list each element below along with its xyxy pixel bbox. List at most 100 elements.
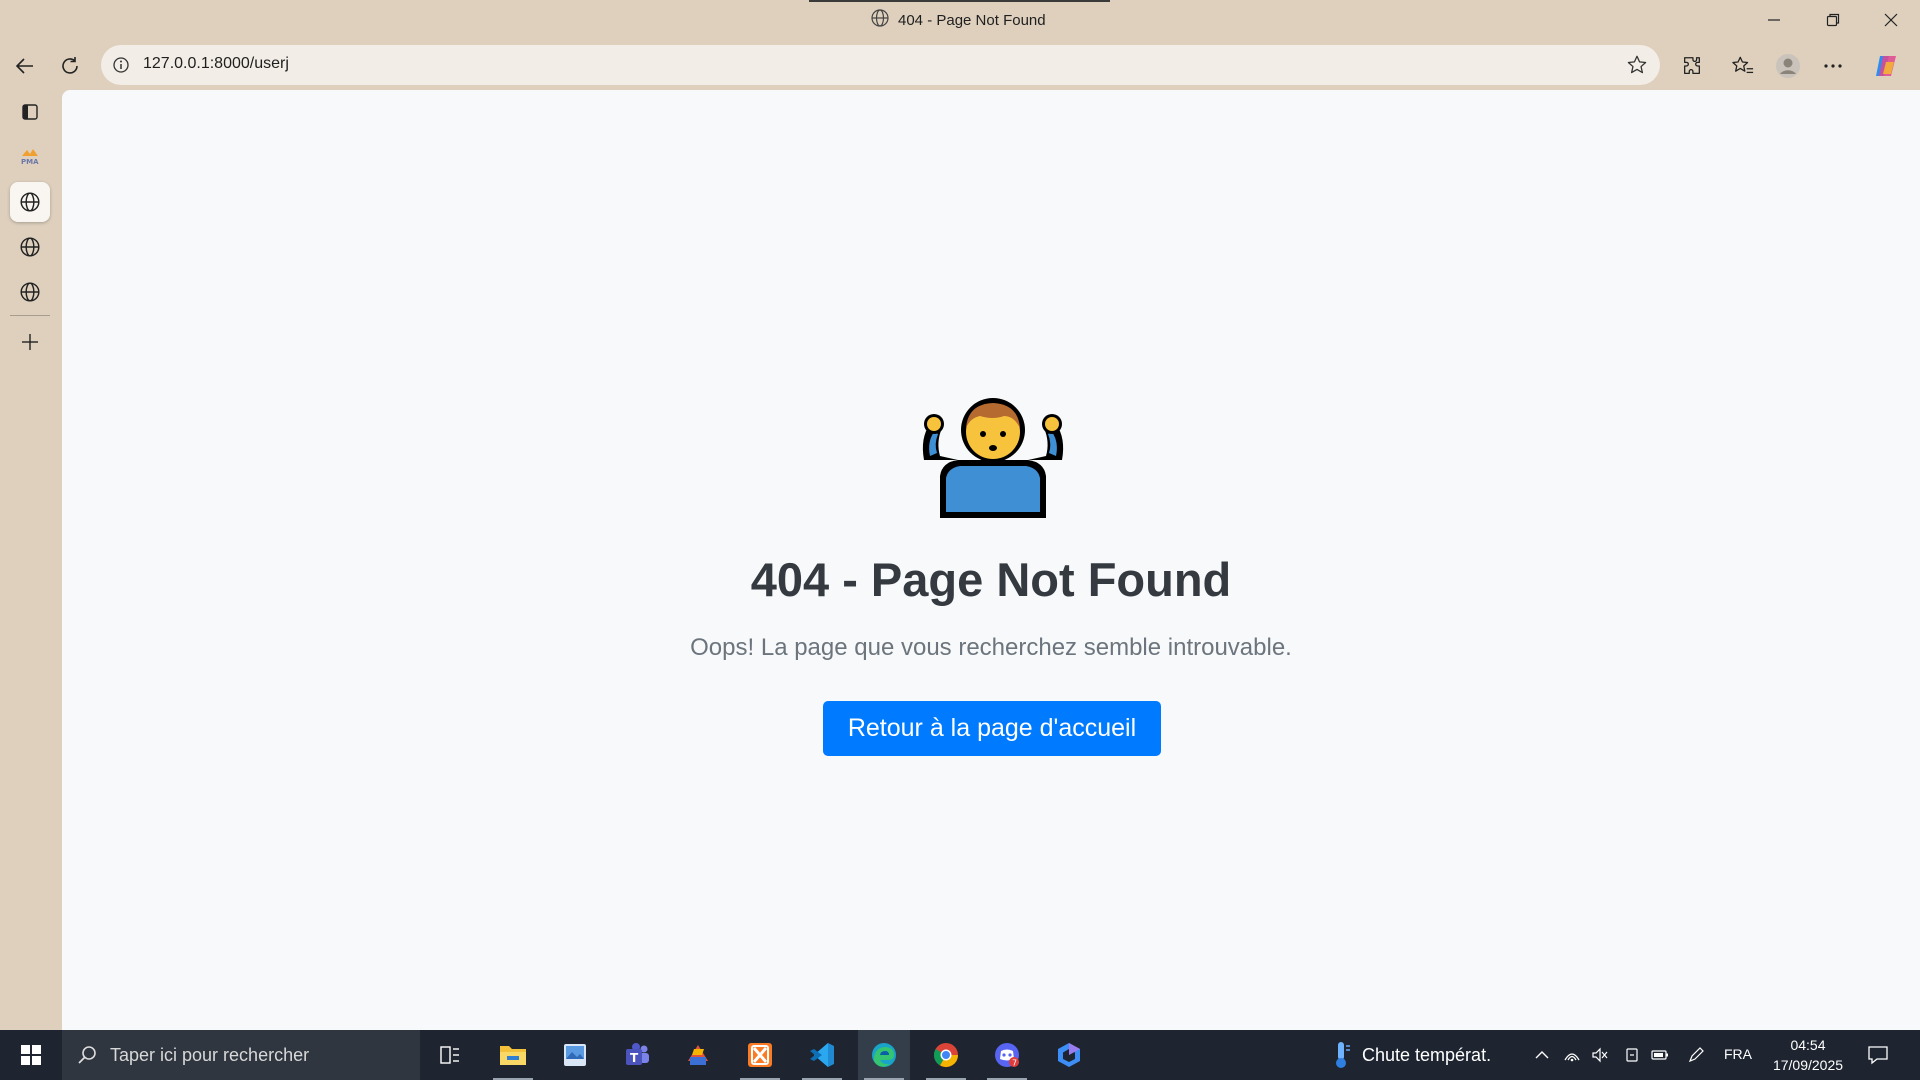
error-page: 404 - Page Not Found Oops! La page que v… xyxy=(62,90,1920,1030)
taskbar-vscode[interactable] xyxy=(796,1030,848,1080)
system-clock[interactable]: 04:54 17/09/2025 xyxy=(1758,1035,1858,1075)
more-dots-icon xyxy=(1824,64,1842,68)
app-icon xyxy=(688,1045,708,1065)
clock-date: 17/09/2025 xyxy=(1772,1057,1844,1073)
arrow-left-icon xyxy=(15,58,33,74)
clock-time: 04:54 xyxy=(1790,1037,1826,1053)
task-view-button[interactable] xyxy=(424,1030,476,1080)
title-bar: 404 - Page Not Found xyxy=(0,0,1920,40)
taskbar-copilot[interactable] xyxy=(1043,1030,1095,1080)
volume-status[interactable] xyxy=(1590,1045,1610,1065)
windows-logo-icon xyxy=(21,1045,41,1065)
taskbar-search[interactable]: Taper ici pour rechercher xyxy=(62,1030,420,1080)
globe-icon xyxy=(20,282,40,302)
taskbar-chrome[interactable] xyxy=(920,1030,972,1080)
refresh-button[interactable] xyxy=(53,49,87,83)
pen-icon xyxy=(1688,1047,1704,1063)
profile-button[interactable] xyxy=(1771,49,1805,83)
tab-actions-button[interactable] xyxy=(10,92,50,132)
vscode-icon xyxy=(810,1043,834,1067)
back-button[interactable] xyxy=(8,49,42,83)
restore-icon xyxy=(1826,13,1840,27)
new-tab-button[interactable] xyxy=(10,322,50,362)
sidebar-item-phpmyadmin[interactable]: PMA xyxy=(10,137,50,177)
network-status[interactable] xyxy=(1562,1045,1582,1065)
sidebar-item-tab-3[interactable] xyxy=(10,272,50,312)
xampp-icon xyxy=(748,1043,772,1067)
copilot-app-icon xyxy=(1058,1043,1080,1067)
active-tab-indicator xyxy=(809,0,1110,2)
favorites-list-icon xyxy=(1732,56,1754,74)
url-input[interactable]: 127.0.0.1:8000/userj xyxy=(143,55,289,73)
error-message: Oops! La page que vous recherchez semble… xyxy=(690,634,1292,661)
page-title: 404 - Page Not Found xyxy=(750,553,1232,606)
weather-widget[interactable]: Chute températ. xyxy=(1330,1030,1491,1080)
battery-icon xyxy=(1651,1050,1668,1060)
page-viewport: 404 - Page Not Found Oops! La page que v… xyxy=(62,90,1920,1030)
shrug-emoji xyxy=(922,398,1064,518)
home-button[interactable]: Retour à la page d'accueil xyxy=(823,701,1161,756)
taskbar-file-explorer[interactable] xyxy=(487,1030,539,1080)
sidebar-item-tab-2[interactable] xyxy=(10,227,50,267)
pen-status[interactable] xyxy=(1686,1045,1706,1065)
refresh-icon xyxy=(62,57,78,74)
svg-text:7: 7 xyxy=(1012,1059,1017,1068)
extensions-button[interactable] xyxy=(1675,49,1709,83)
thermometer-icon xyxy=(1336,1042,1350,1068)
address-bar[interactable]: 127.0.0.1:8000/userj xyxy=(101,45,1660,85)
notifications-button[interactable] xyxy=(1866,1043,1890,1067)
show-hidden-icons-button[interactable] xyxy=(1532,1045,1552,1065)
task-view-icon xyxy=(440,1046,459,1064)
site-info-icon[interactable] xyxy=(111,55,131,75)
notification-icon xyxy=(1868,1046,1888,1065)
tab-actions-icon xyxy=(22,104,38,120)
window-title: 404 - Page Not Found xyxy=(870,8,1046,32)
device-status[interactable] xyxy=(1622,1045,1642,1065)
puzzle-icon xyxy=(1684,57,1700,74)
settings-more-button[interactable] xyxy=(1816,49,1850,83)
minimize-button[interactable] xyxy=(1751,4,1797,36)
restore-button[interactable] xyxy=(1810,4,1856,36)
taskbar-app-generic[interactable] xyxy=(672,1030,724,1080)
windows-taskbar: Taper ici pour rechercher T 7 Chute temp… xyxy=(0,1030,1920,1080)
chrome-icon xyxy=(933,1043,958,1068)
teams-icon: T xyxy=(626,1043,649,1065)
volume-muted-icon xyxy=(1592,1047,1608,1063)
wifi-icon xyxy=(1564,1053,1580,1062)
minimize-icon xyxy=(1768,19,1780,21)
start-button[interactable] xyxy=(0,1030,62,1080)
search-placeholder[interactable]: Taper ici pour rechercher xyxy=(110,1045,309,1066)
globe-icon xyxy=(20,192,40,212)
discord-icon: 7 xyxy=(995,1043,1019,1068)
folder-icon xyxy=(500,1046,526,1065)
taskbar-xampp[interactable] xyxy=(734,1030,786,1080)
taskbar-edge[interactable] xyxy=(858,1030,910,1080)
favorites-button[interactable] xyxy=(1726,49,1760,83)
close-button[interactable] xyxy=(1868,4,1914,36)
chevron-up-icon xyxy=(1535,1051,1549,1059)
image-viewer-icon xyxy=(564,1044,586,1066)
battery-status[interactable] xyxy=(1650,1045,1670,1065)
phpmyadmin-icon: PMA xyxy=(21,149,39,166)
taskbar-discord[interactable]: 7 xyxy=(981,1030,1033,1080)
copilot-button[interactable] xyxy=(1869,49,1903,83)
taskbar-teams[interactable]: T xyxy=(611,1030,663,1080)
sidebar-item-active-tab[interactable] xyxy=(10,182,50,222)
vertical-tabs-sidebar: PMA xyxy=(0,90,62,1030)
close-icon xyxy=(1884,13,1898,27)
device-icon xyxy=(1626,1048,1638,1062)
browser-toolbar: 127.0.0.1:8000/userj xyxy=(0,40,1920,90)
globe-icon xyxy=(20,237,40,257)
svg-text:PMA: PMA xyxy=(21,158,39,166)
search-icon xyxy=(78,1046,96,1064)
globe-icon xyxy=(870,8,890,32)
plus-icon xyxy=(22,334,38,350)
avatar-icon xyxy=(1776,54,1800,78)
taskbar-photos[interactable] xyxy=(549,1030,601,1080)
copilot-icon xyxy=(1876,56,1896,76)
language-indicator[interactable]: FRA xyxy=(1724,1046,1752,1062)
sidebar-divider xyxy=(10,315,50,316)
window-title-text: 404 - Page Not Found xyxy=(898,11,1046,29)
favorite-star-icon[interactable] xyxy=(1622,50,1652,80)
svg-text:T: T xyxy=(630,1051,639,1065)
